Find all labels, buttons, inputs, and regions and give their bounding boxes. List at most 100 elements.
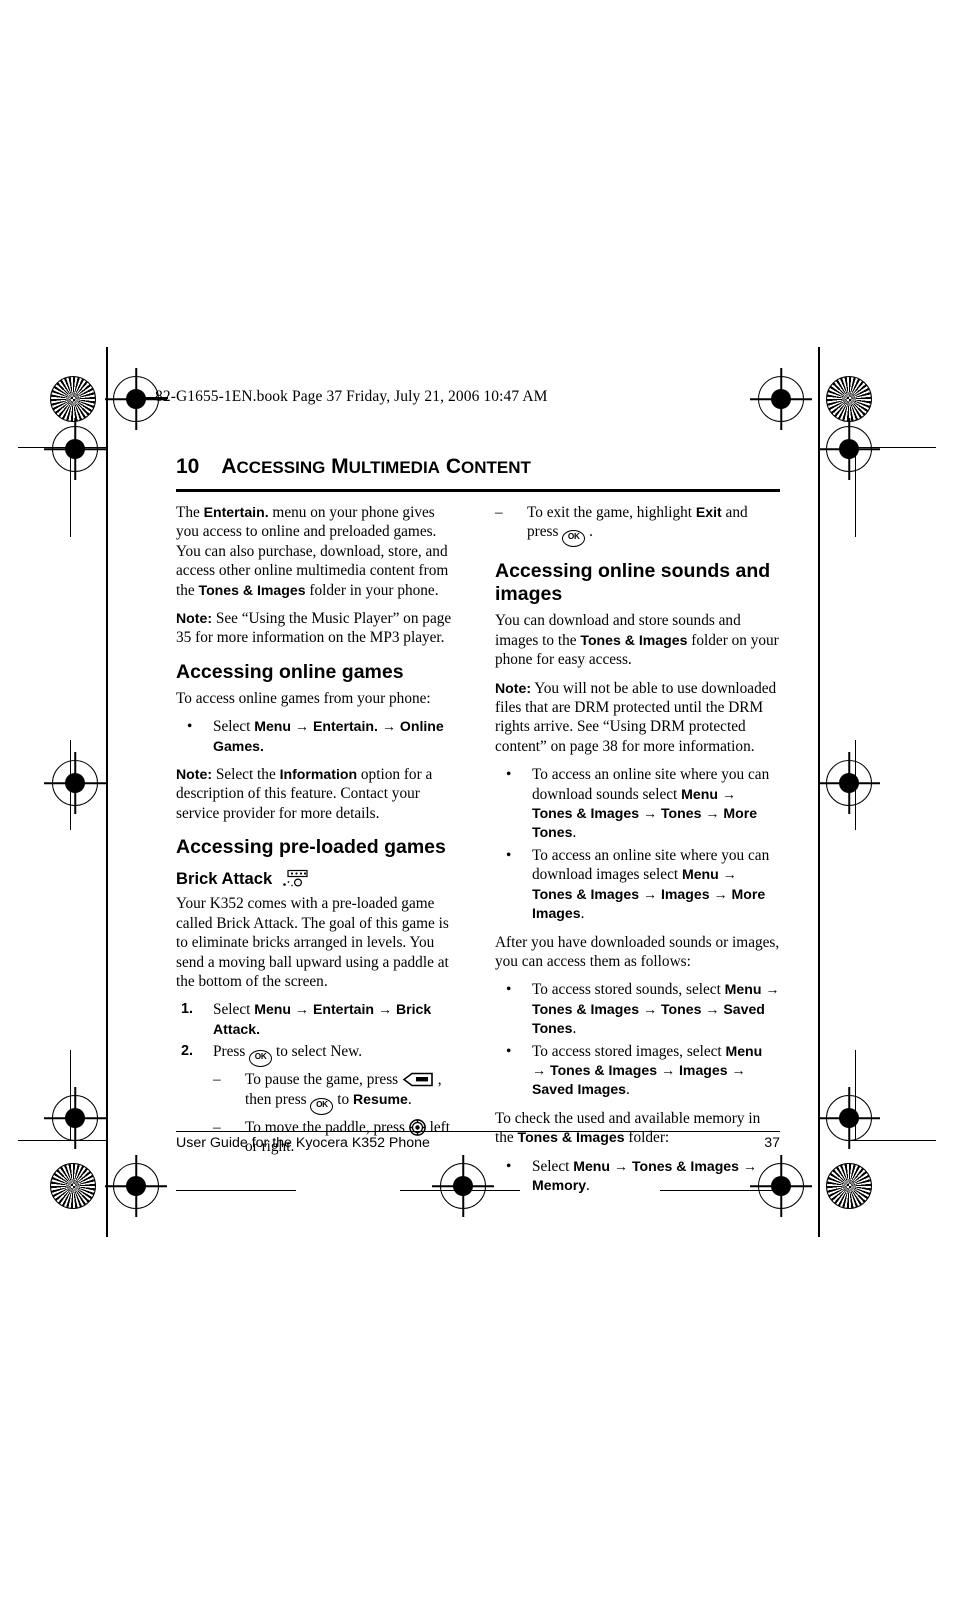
book-header-text: 82-G1655-1EN.book Page 37 Friday, July 2… (155, 388, 548, 405)
term-menu: Menu (681, 785, 718, 802)
chapter-number: 10 (176, 455, 200, 478)
registration-target-top-right (826, 376, 872, 422)
ok-key-icon: OK (249, 1050, 273, 1068)
term-tones-images: Tones & Images (532, 885, 640, 902)
registration-dot-left-middle (52, 760, 98, 806)
term-information: Information (279, 766, 358, 783)
intro-paragraph: The Entertain. menu on your phone gives … (176, 504, 449, 599)
crop-mark-right-vert-top (855, 447, 857, 537)
registration-target-top-left (50, 376, 96, 422)
chapter-title-smallcaps-3: ONTENT (460, 458, 531, 477)
arrow-icon: → (639, 885, 661, 902)
left-column: The Entertain. menu on your phone gives … (176, 503, 461, 1165)
crop-mark-left-vert-mid (70, 740, 72, 830)
term-tones-images: Tones & Images (580, 631, 688, 648)
arrow-icon: → (738, 1157, 757, 1174)
softkey-icon (402, 1072, 434, 1087)
right-column: – To exit the game, highlight Exit and p… (495, 503, 780, 1204)
note-label: Note: (176, 766, 213, 783)
chapter-title: ACCESSING MULTIMEDIA CONTENT (221, 455, 531, 479)
trim-line-left (106, 347, 109, 1237)
term-entertain: Entertain. (312, 718, 378, 735)
navigation-key-icon (408, 1118, 426, 1136)
crop-mark-right-vert-bottom (855, 1050, 857, 1140)
term-menu: Menu (254, 718, 291, 735)
download-list: • To access an online site where you can… (495, 765, 780, 923)
arrow-icon: → (291, 1001, 313, 1018)
crop-mark-right-vert-mid (855, 740, 857, 830)
term-tones: Tones (660, 805, 702, 822)
crop-mark-left-vert-top (70, 447, 72, 537)
term-exit: Exit (695, 504, 722, 520)
heading-brick-attack-label: Brick Attack (176, 869, 273, 889)
registration-dot-top-left (113, 376, 159, 422)
arrow-icon: → (291, 718, 313, 735)
note-label: Note: (495, 679, 532, 696)
bullet-mark: • (506, 981, 512, 999)
dash-mark: – (213, 1071, 221, 1089)
term-images: Images (679, 1061, 728, 1078)
list-item: • Select Menu → Tones & Images → Memory. (506, 1157, 757, 1194)
chapter-title-cap-1: A (221, 455, 237, 478)
registration-dot-right-upper (826, 426, 872, 472)
chapter-title-cap-3: C (445, 455, 461, 478)
arrow-icon: → (717, 785, 736, 802)
term-memory: Memory (532, 1176, 587, 1193)
footer-title: User Guide for the Kyocera K352 Phone (176, 1135, 430, 1151)
note-information-option: Note: Select the Information option for … (176, 766, 433, 822)
arrow-icon: → (639, 805, 661, 822)
term-resume: Resume (352, 1090, 408, 1107)
bullet-mark: • (506, 1042, 512, 1060)
term-entertain: Entertain. (203, 504, 269, 520)
bullet-mark: • (187, 718, 193, 736)
list-item: – To exit the game, highlight Exit and p… (495, 503, 780, 548)
arrow-icon: → (377, 718, 400, 735)
chapter-title-cap-2: M (331, 455, 349, 478)
registration-dot-bottom-left (113, 1163, 159, 1209)
note-music-player: Note: See “Using the Music Player” on pa… (176, 610, 452, 647)
list-item: 2. Press OK to select New. (176, 1042, 461, 1068)
registration-dot-left-upper (52, 426, 98, 472)
step-number: 1. (181, 1001, 194, 1018)
registration-target-bottom-left (50, 1163, 96, 1209)
memory-list: • Select Menu → Tones & Images → Memory. (495, 1157, 780, 1196)
registration-target-bottom-right (826, 1163, 872, 1209)
ok-key-icon: OK (310, 1097, 334, 1115)
page-number: 37 (764, 1135, 780, 1151)
registration-dot-right-lower (826, 1095, 872, 1141)
registration-dot-left-lower (52, 1095, 98, 1141)
brick-attack-icon (279, 868, 309, 890)
bullet-mark: • (506, 1157, 512, 1175)
arrow-icon: → (639, 1000, 661, 1017)
heading-brick-attack: Brick Attack (176, 868, 461, 890)
bullet-mark: • (506, 846, 512, 864)
term-tones-images: Tones & Images (532, 805, 640, 822)
crop-mark-right-bottom (846, 1140, 936, 1142)
brick-attack-description: Your K352 comes with a pre-loaded game c… (176, 895, 449, 990)
list-item: • Select Menu → Entertain. → Online Game… (187, 718, 444, 754)
term-tones: Tones (660, 1000, 702, 1017)
exit-game-list: – To exit the game, highlight Exit and p… (495, 503, 780, 548)
term-images: Images (660, 885, 710, 902)
term-menu: Menu (254, 1001, 291, 1018)
term-menu: Menu (681, 866, 719, 883)
heading-accessing-online-games: Accessing online games (176, 660, 404, 683)
arrow-icon: → (701, 1000, 724, 1017)
arrow-icon: → (709, 885, 732, 902)
ok-key-icon: OK (562, 530, 586, 548)
term-tones-images: Tones & Images (198, 581, 306, 598)
term-entertain: Entertain (312, 1001, 375, 1018)
term-menu: Menu (724, 981, 762, 998)
chapter-title-smallcaps-2: ULTIMEDIA (348, 458, 440, 477)
footer-rule (176, 1131, 780, 1133)
term-menu: Menu (573, 1157, 610, 1174)
term-menu: Menu (725, 1042, 763, 1059)
crop-mark-right-top (846, 447, 936, 449)
dash-mark: – (495, 504, 503, 521)
crop-mark-left-vert-bottom (70, 1050, 72, 1140)
list-item: – To pause the game, press , then press … (213, 1070, 461, 1115)
term-tones-images: Tones & Images (631, 1157, 739, 1174)
arrow-icon: → (657, 1061, 679, 1078)
crop-mark-bottom-left (176, 1190, 296, 1192)
arrow-icon: → (374, 1001, 396, 1018)
